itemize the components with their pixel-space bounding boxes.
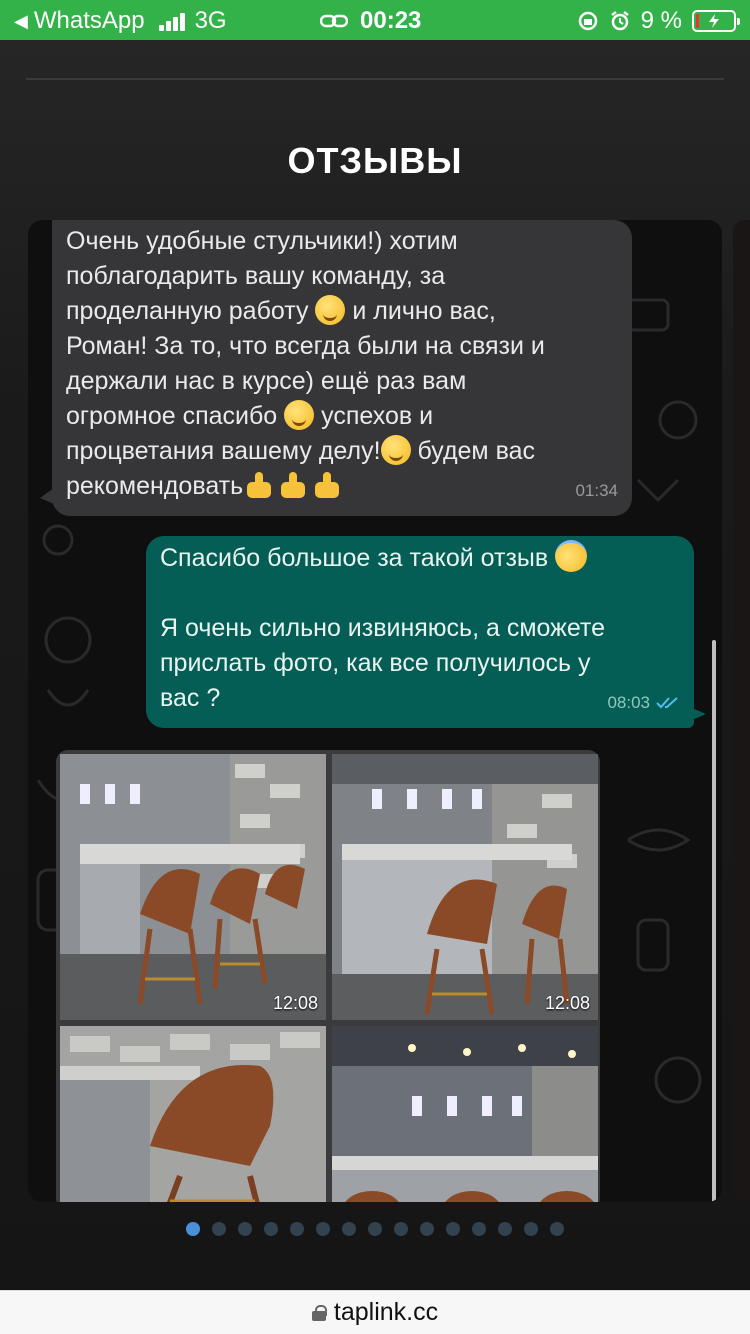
- message-line: процветания вашему делу!: [66, 437, 381, 465]
- photo-stool-closeup[interactable]: [60, 1026, 326, 1202]
- browser-url-bar[interactable]: taplink.cc: [0, 1290, 750, 1334]
- message-line: и лично вас,: [352, 297, 496, 325]
- carousel-dot[interactable]: [290, 1222, 304, 1236]
- clock: 00:23: [360, 7, 422, 34]
- photo-gallery: 12:08 12:08: [56, 750, 600, 1202]
- alarm-icon: [610, 11, 629, 31]
- battery-icon: [692, 10, 740, 32]
- message-line: рекомендовать: [66, 472, 244, 500]
- message-line: Очень удобные стульчики!) хотим: [66, 227, 458, 255]
- message-line: прислать фото, как все получилось у: [160, 649, 591, 677]
- photo-bar-counter[interactable]: 12:08: [332, 754, 598, 1020]
- chat-scrollbar[interactable]: [712, 640, 716, 1202]
- message-line: держали нас в курсе) ещё раз вам: [66, 367, 467, 395]
- status-bar: ◀ WhatsApp 3G 00:23 9 %: [0, 0, 750, 40]
- angel-emoji-icon: [555, 540, 588, 572]
- carousel-dot[interactable]: [550, 1222, 564, 1236]
- rotation-lock-icon: [578, 11, 597, 31]
- carousel-dot[interactable]: [524, 1222, 538, 1236]
- incoming-message: Очень удобные стульчики!) хотим поблагод…: [40, 220, 632, 516]
- back-app-label[interactable]: WhatsApp: [34, 7, 145, 35]
- wink-emoji-icon: [380, 435, 411, 465]
- message-time: 01:34: [575, 481, 618, 500]
- bubble-tail: [40, 488, 54, 504]
- photo-bar-interior[interactable]: [332, 1026, 598, 1202]
- next-slide-peek[interactable]: [733, 220, 750, 1202]
- carousel-dot[interactable]: [212, 1222, 226, 1236]
- taplink-page: ОТЗЫВЫ Очень удобные стульчики!) хотим п…: [0, 40, 750, 1290]
- carousel-dot[interactable]: [186, 1222, 200, 1236]
- battery-percent: 9 %: [640, 7, 682, 34]
- network-label: 3G: [194, 7, 227, 34]
- carousel-dot[interactable]: [420, 1222, 434, 1236]
- section-title: ОТЗЫВЫ: [287, 140, 463, 181]
- carousel-dot[interactable]: [472, 1222, 486, 1236]
- status-left[interactable]: ◀ WhatsApp 3G: [14, 7, 227, 35]
- message-line: Роман! За то, что всегда были на связи и: [66, 332, 545, 360]
- message-line: Я очень сильно извиняюсь, а сможете: [160, 614, 606, 642]
- outgoing-message: Спасибо большое за такой отзыв Я очень с…: [146, 536, 706, 728]
- carousel-dot[interactable]: [394, 1222, 408, 1236]
- thumbs-up-icon: [311, 470, 345, 500]
- bubble-tail: [692, 708, 706, 720]
- message-line: проделанную работу: [66, 297, 309, 325]
- carousel-dot[interactable]: [498, 1222, 512, 1236]
- message-line: будем вас: [417, 437, 535, 465]
- carousel-dot[interactable]: [316, 1222, 330, 1236]
- message-line: вас ?: [160, 684, 221, 712]
- message-time: 08:03: [607, 685, 680, 720]
- message-line: успехов и: [321, 402, 434, 430]
- message-line: огромное спасибо: [66, 402, 278, 430]
- url-text[interactable]: taplink.cc: [334, 1298, 438, 1327]
- smile-emoji-icon: [315, 295, 346, 325]
- thumbs-up-icon: [277, 470, 311, 500]
- thumbs-up-icon: [243, 470, 277, 500]
- carousel-dot[interactable]: [368, 1222, 382, 1236]
- carousel-dot[interactable]: [238, 1222, 252, 1236]
- review-slide[interactable]: Очень удобные стульчики!) хотим поблагод…: [28, 220, 722, 1202]
- message-line: поблагодарить вашу команду, за: [66, 262, 446, 290]
- smile-emoji-icon: [284, 400, 315, 430]
- carousel-dot[interactable]: [264, 1222, 278, 1236]
- status-right: 9 %: [577, 7, 740, 35]
- signal-icon: [158, 11, 185, 31]
- lock-icon: [311, 1304, 327, 1321]
- carousel-dot[interactable]: [342, 1222, 356, 1236]
- photo-time: 12:08: [544, 993, 590, 1013]
- photo-bar-stools[interactable]: 12:08: [60, 754, 326, 1020]
- back-arrow-icon[interactable]: ◀: [14, 11, 28, 32]
- message-line: Спасибо большое за такой отзыв: [160, 544, 549, 572]
- carousel-dot[interactable]: [446, 1222, 460, 1236]
- photo-time: 12:08: [272, 993, 318, 1013]
- section-divider: [26, 78, 724, 80]
- read-checkmarks-icon: [656, 696, 678, 708]
- status-center: 00:23: [320, 7, 421, 35]
- carousel-dots: [186, 1222, 564, 1236]
- link-icon: [320, 14, 348, 28]
